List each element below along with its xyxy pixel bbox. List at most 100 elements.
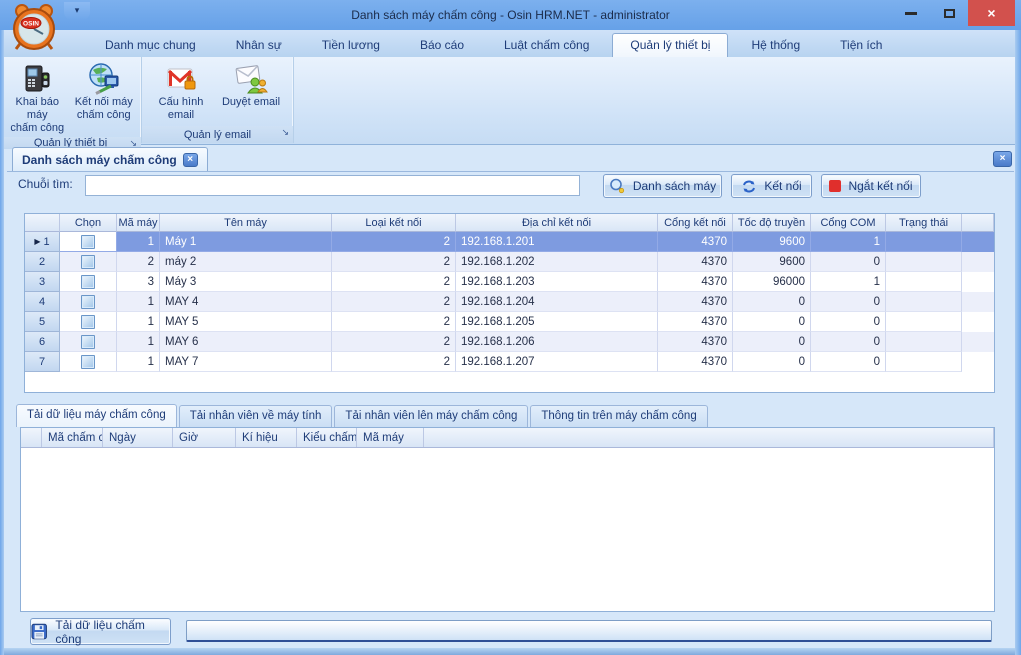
row-checkbox[interactable]	[81, 235, 95, 249]
table-cell[interactable]: 0	[811, 252, 886, 272]
ngat-ket-noi-button[interactable]: Ngắt kết nối	[821, 174, 921, 198]
table-cell[interactable]: 1	[117, 232, 160, 252]
ket-noi-button[interactable]: Kết nối	[731, 174, 812, 198]
table-cell[interactable]: 192.168.1.203	[456, 272, 658, 292]
table-cell[interactable]: 2	[332, 312, 456, 332]
table-cell[interactable]	[886, 292, 962, 312]
table-cell[interactable]: 96000	[733, 272, 811, 292]
column-header[interactable]: Mã máy	[117, 214, 160, 232]
table-cell[interactable]	[60, 272, 117, 292]
table-row[interactable]: 51MAY 52192.168.1.205437000	[25, 312, 994, 332]
table-cell[interactable]: 192.168.1.202	[456, 252, 658, 272]
table-cell[interactable]: 2	[332, 352, 456, 372]
ribbon-tab-luat-cham-cong[interactable]: Luật chấm công	[487, 34, 606, 57]
table-cell[interactable]: 192.168.1.206	[456, 332, 658, 352]
table-cell[interactable]	[60, 252, 117, 272]
table-cell[interactable]: MAY 5	[160, 312, 332, 332]
table-cell[interactable]: Máy 3	[160, 272, 332, 292]
table-cell[interactable]: 0	[811, 292, 886, 312]
detail-column-header[interactable]: Kí hiệu	[236, 428, 297, 447]
detail-column-header[interactable]	[21, 428, 42, 447]
table-cell[interactable]: 9600	[733, 252, 811, 272]
table-cell[interactable]: 1	[117, 312, 160, 332]
duyet-email-button[interactable]: Duyệt email	[216, 60, 286, 111]
table-row[interactable]: 22máy 22192.168.1.202437096000	[25, 252, 994, 272]
table-cell[interactable]: 9600	[733, 232, 811, 252]
table-cell[interactable]: Máy 1	[160, 232, 332, 252]
table-cell[interactable]	[60, 232, 117, 252]
table-cell[interactable]: 0	[811, 332, 886, 352]
table-row[interactable]: 41MAY 42192.168.1.204437000	[25, 292, 994, 312]
column-header[interactable]	[25, 214, 60, 232]
row-indicator[interactable]: 3	[25, 272, 60, 292]
ribbon-tab-quan-ly-thiet-bi[interactable]: Quản lý thiết bị	[612, 33, 728, 57]
table-cell[interactable]: 0	[733, 352, 811, 372]
column-header[interactable]: Trạng thái	[886, 214, 962, 232]
tab-tai-nhan-vien-ve-may-tinh[interactable]: Tải nhân viên về máy tính	[179, 405, 333, 427]
table-cell[interactable]	[60, 312, 117, 332]
table-cell[interactable]	[886, 332, 962, 352]
ribbon-tab-tien-luong[interactable]: Tiền lương	[305, 34, 397, 57]
table-cell[interactable]: 0	[811, 352, 886, 372]
table-row[interactable]: 33Máy 32192.168.1.2034370960001	[25, 272, 994, 292]
row-indicator[interactable]: 7	[25, 352, 60, 372]
detail-column-header[interactable]: Kiểu chấm	[297, 428, 357, 447]
table-cell[interactable]: 4370	[658, 292, 733, 312]
app-logo-clock-icon[interactable]: OSIN	[8, 3, 60, 55]
column-header[interactable]: Địa chỉ kết nối	[456, 214, 658, 232]
detail-column-header[interactable]: Mã chấm c...	[42, 428, 103, 447]
table-cell[interactable]: máy 2	[160, 252, 332, 272]
row-indicator[interactable]: 2	[25, 252, 60, 272]
table-cell[interactable]	[60, 332, 117, 352]
table-cell[interactable]	[60, 292, 117, 312]
table-cell[interactable]: 3	[117, 272, 160, 292]
table-cell[interactable]: 1	[117, 292, 160, 312]
column-header[interactable]: Cổng kết nối	[658, 214, 733, 232]
table-cell[interactable]: 1	[117, 352, 160, 372]
detail-column-header[interactable]: Giờ	[173, 428, 236, 447]
dialog-launcher-icon[interactable]: ↘	[281, 127, 289, 138]
tai-du-lieu-cham-cong-button[interactable]: Tải dữ liệu chấm công	[30, 618, 171, 645]
table-cell[interactable]: 2	[332, 232, 456, 252]
table-cell[interactable]	[886, 272, 962, 292]
row-checkbox[interactable]	[81, 315, 95, 329]
row-indicator[interactable]: 5	[25, 312, 60, 332]
table-cell[interactable]: 4370	[658, 352, 733, 372]
column-header[interactable]: Loại kết nối	[332, 214, 456, 232]
table-cell[interactable]: 0	[811, 312, 886, 332]
table-row[interactable]: ▶11Máy 12192.168.1.201437096001	[25, 232, 994, 252]
table-cell[interactable]: 1	[811, 232, 886, 252]
table-cell[interactable]: 2	[332, 272, 456, 292]
table-cell[interactable]: 0	[733, 292, 811, 312]
row-checkbox[interactable]	[81, 295, 95, 309]
table-cell[interactable]: 192.168.1.204	[456, 292, 658, 312]
column-header[interactable]: Cổng COM	[811, 214, 886, 232]
tabstrip-close-button[interactable]: ×	[993, 151, 1012, 167]
tab-tai-nhan-vien-len-may-cham-cong[interactable]: Tải nhân viên lên máy chấm công	[334, 405, 528, 427]
tab-thong-tin-tren-may-cham-cong[interactable]: Thông tin trên máy chấm công	[530, 405, 707, 427]
cau-hinh-email-button[interactable]: Cấu hình email	[146, 60, 216, 124]
row-indicator[interactable]: 4	[25, 292, 60, 312]
table-cell[interactable]	[886, 352, 962, 372]
table-cell[interactable]	[886, 252, 962, 272]
ribbon-tab-nhan-su[interactable]: Nhân sự	[219, 34, 299, 57]
detail-column-header[interactable]: Ngày	[103, 428, 173, 447]
table-cell[interactable]: 2	[117, 252, 160, 272]
maximize-button[interactable]	[930, 0, 968, 26]
row-checkbox[interactable]	[81, 255, 95, 269]
row-indicator[interactable]: ▶1	[25, 232, 60, 252]
table-cell[interactable]: 1	[117, 332, 160, 352]
close-button[interactable]: ×	[968, 0, 1015, 26]
table-cell[interactable]: 0	[733, 332, 811, 352]
row-checkbox[interactable]	[81, 275, 95, 289]
ribbon-tab-he-thong[interactable]: Hệ thống	[734, 34, 817, 57]
tab-danh-sach-may-cham-cong[interactable]: Danh sách máy chấm công ×	[12, 147, 208, 171]
table-cell[interactable]: 192.168.1.205	[456, 312, 658, 332]
table-cell[interactable]: 192.168.1.207	[456, 352, 658, 372]
table-cell[interactable]: 4370	[658, 252, 733, 272]
danh-sach-may-button[interactable]: Danh sách máy	[603, 174, 722, 198]
table-cell[interactable]: 2	[332, 292, 456, 312]
table-cell[interactable]: 4370	[658, 272, 733, 292]
tab-close-icon[interactable]: ×	[183, 153, 198, 167]
search-input[interactable]	[85, 175, 580, 196]
